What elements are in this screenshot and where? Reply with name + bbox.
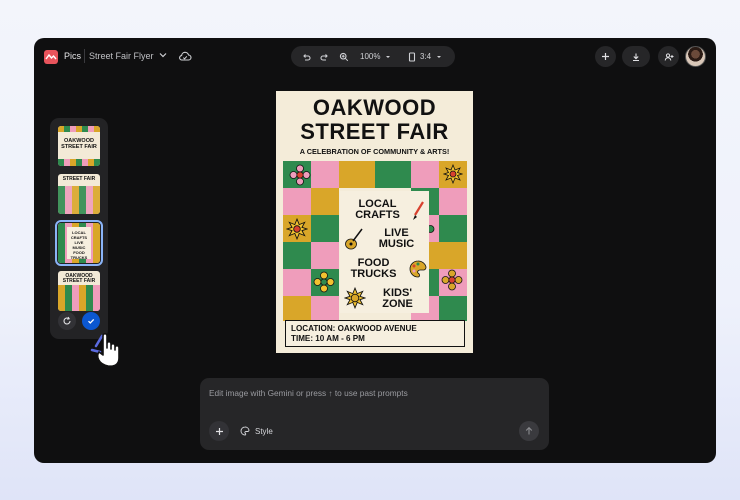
plus-icon (215, 427, 223, 435)
add-button[interactable] (595, 46, 616, 67)
flyer-subtitle: A CELEBRATION OF COMMUNITY & ARTS! (299, 147, 450, 156)
canvas-toolbar: 100% 3:4 (291, 46, 455, 67)
hand-cursor-icon (90, 332, 120, 367)
flower-icon (313, 271, 335, 293)
thumbnail-1[interactable]: OAKWOOD STREET FAIR (58, 126, 100, 166)
palette-icon (240, 426, 250, 436)
undo-icon (303, 53, 311, 61)
flyer-location: LOCATION: OAKWOOD AVENUE (291, 324, 417, 333)
zoom-in-icon (339, 52, 349, 61)
flyer-item-3-line-2: TRUCKS (350, 268, 397, 280)
flyer-item-4-line-2: ZONE (382, 298, 413, 310)
thumbnail-4-title: OAKWOOD STREET FAIR (62, 273, 96, 284)
download-icon (633, 53, 639, 61)
flyer-pattern-grid: LOCAL CRAFTS LIVE MUSIC FOOD TRUCKS KIDS… (283, 161, 467, 321)
refresh-icon (63, 316, 71, 325)
aspect-ratio-select[interactable]: 3:4 (408, 46, 443, 67)
guitar-icon (345, 228, 363, 250)
caret-down-icon (386, 55, 391, 58)
flyer-item-1-line-2: CRAFTS (355, 209, 400, 221)
download-button[interactable] (622, 46, 650, 67)
chevron-down-icon[interactable] (158, 50, 168, 60)
undo-button[interactable] (301, 46, 311, 67)
redo-button[interactable] (320, 46, 330, 67)
palette-icon (409, 260, 427, 278)
style-button[interactable]: Style (240, 423, 273, 439)
portrait-icon (408, 51, 416, 62)
document-title[interactable]: Street Fair Flyer (89, 51, 154, 61)
flyer-item-2-line-2: MUSIC (378, 238, 415, 250)
add-person-icon (664, 52, 673, 61)
caret-down-icon (437, 55, 442, 58)
flyer-title-line-2: STREET FAIR (300, 119, 449, 144)
flyer-canvas[interactable]: OAKWOOD STREET FAIR A CELEBRATION OF COM… (276, 91, 473, 353)
arrow-up-icon (525, 426, 533, 435)
send-button[interactable] (519, 421, 539, 441)
zoom-button[interactable] (339, 46, 349, 67)
add-attachment-button[interactable] (209, 421, 229, 441)
flower-icon (441, 269, 463, 291)
thumbnail-3-title: LOCAL CRAFTS LIVE MUSIC FOOD TRUCKS (70, 230, 88, 260)
thumbnail-rail: OAKWOOD STREET FAIR STREET FAIR LOCAL CR… (50, 118, 108, 339)
top-bar: Pics Street Fair Flyer 100% 3:4 (34, 38, 716, 76)
divider (84, 49, 85, 63)
aspect-ratio-value: 3:4 (420, 52, 432, 61)
thumbnail-3[interactable]: LOCAL CRAFTS LIVE MUSIC FOOD TRUCKS (55, 220, 103, 266)
flower-icon (289, 164, 311, 186)
paintbrush-icon (413, 201, 424, 220)
thumbnail-2[interactable]: STREET FAIR (58, 174, 100, 214)
avatar[interactable] (685, 46, 706, 67)
app-window: Pics Street Fair Flyer 100% 3:4 OAKWOOD … (34, 38, 716, 463)
flyer-activity-panel: LOCAL CRAFTS LIVE MUSIC FOOD TRUCKS KIDS… (340, 191, 429, 313)
share-button[interactable] (658, 46, 679, 67)
thumbnail-2-title: STREET FAIR (62, 176, 96, 182)
flyer-details-box: LOCATION: OAKWOOD AVENUE TIME: 10 AM - 6… (285, 320, 465, 347)
regenerate-button[interactable] (58, 312, 76, 330)
cloud-icon[interactable] (178, 50, 192, 62)
thumbnail-1-title: OAKWOOD STREET FAIR (61, 138, 97, 150)
sun-icon (286, 218, 308, 240)
pics-logo-icon[interactable] (44, 50, 58, 64)
app-name: Pics (64, 51, 82, 61)
prompt-box[interactable]: Edit image with Gemini or press ↑ to use… (200, 378, 549, 450)
thumbnail-4[interactable]: OAKWOOD STREET FAIR (58, 271, 100, 311)
plus-icon (602, 53, 609, 60)
sun-icon (443, 164, 463, 184)
zoom-level: 100% (360, 52, 381, 61)
redo-icon (320, 53, 328, 61)
flyer-time: TIME: 10 AM - 6 PM (291, 334, 365, 343)
style-label: Style (255, 426, 273, 436)
sun-icon (344, 287, 366, 309)
prompt-input[interactable]: Edit image with Gemini or press ↑ to use… (209, 388, 408, 398)
flyer-title-line-1: OAKWOOD (312, 95, 437, 120)
zoom-level-select[interactable]: 100% (360, 46, 392, 67)
